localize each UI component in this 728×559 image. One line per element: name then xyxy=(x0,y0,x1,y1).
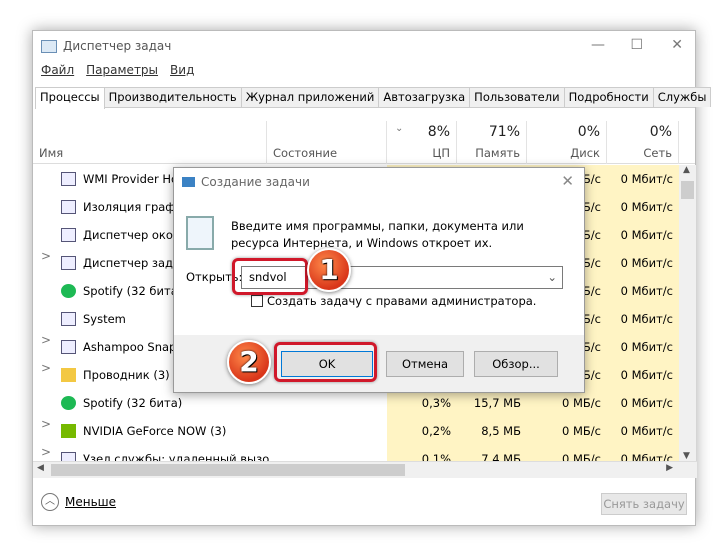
mem-total: 71% xyxy=(488,124,520,140)
run-icon xyxy=(182,177,195,187)
process-disk: 0 МБ/с xyxy=(527,417,607,445)
cancel-button[interactable]: Отмена xyxy=(386,351,464,377)
col-cpu-label: ЦП xyxy=(432,146,450,160)
process-name: NVIDIA GeForce NOW (3) xyxy=(83,424,227,438)
menu-view[interactable]: Вид xyxy=(170,63,194,77)
process-disk: 0 МБ/с xyxy=(527,445,607,461)
process-network: 0 Мбит/с xyxy=(607,193,679,221)
col-name[interactable]: Имя xyxy=(33,121,267,164)
process-memory: 8,5 МБ xyxy=(457,417,527,445)
process-cpu: 0,2% xyxy=(387,417,457,445)
admin-checkbox-label: Создать задачу с правами администратора. xyxy=(267,294,537,308)
hscroll-thumb[interactable] xyxy=(51,464,405,476)
col-mem-label: Память xyxy=(475,146,520,160)
dialog-close-icon[interactable]: ✕ xyxy=(561,172,574,190)
monitor-icon xyxy=(186,216,214,250)
process-network: 0 Мбит/с xyxy=(607,221,679,249)
window-title: Диспетчер задач xyxy=(63,39,172,53)
process-cpu: 0,3% xyxy=(387,389,457,417)
col-cpu[interactable]: ⌄ 8% ЦП xyxy=(387,121,457,164)
process-memory: 7,4 МБ xyxy=(457,445,527,461)
process-cpu: 0,1% xyxy=(387,445,457,461)
tab-startup[interactable]: Автозагрузка xyxy=(378,87,471,107)
col-state-label: Состояние xyxy=(273,146,338,160)
process-network: 0 Мбит/с xyxy=(607,165,679,193)
scroll-left-icon[interactable]: ◀ xyxy=(37,463,44,473)
dialog-title-bar: Создание задачи xyxy=(174,168,584,196)
process-network: 0 Мбит/с xyxy=(607,333,679,361)
process-network: 0 Мбит/с xyxy=(607,361,679,389)
column-header: Имя Состояние ⌄ 8% ЦП 71% Память 0% Диск 0% С… xyxy=(33,121,695,164)
fewer-details-label: Меньше xyxy=(65,495,117,509)
col-name-label: Имя xyxy=(39,146,64,160)
tab-details[interactable]: Подробности xyxy=(563,87,654,107)
input-highlight xyxy=(232,258,308,295)
tab-bar: Процессы Производительность Журнал прило… xyxy=(35,87,712,109)
process-network: 0 Мбит/с xyxy=(607,277,679,305)
process-network: 0 Мбит/с xyxy=(607,445,679,461)
end-task-button[interactable]: Снять задачу xyxy=(601,493,687,515)
scroll-right-icon[interactable]: ▶ xyxy=(666,463,673,473)
process-network: 0 Мбит/с xyxy=(607,249,679,277)
sort-chevron-icon: ⌄ xyxy=(395,123,404,134)
menu-options[interactable]: Параметры xyxy=(86,63,158,77)
col-disk-label: Диск xyxy=(570,146,600,160)
process-name: Узел службы: удаленный вызо... xyxy=(83,452,281,461)
menu-bar: Файл Параметры Вид xyxy=(41,63,194,77)
col-network[interactable]: 0% Сеть xyxy=(607,121,679,164)
scroll-down-icon[interactable]: ▼ xyxy=(683,451,690,461)
menu-file[interactable]: Файл xyxy=(41,63,74,77)
step-2-badge: 2 xyxy=(227,340,271,384)
col-net-label: Сеть xyxy=(643,146,672,160)
col-state[interactable]: Состояние xyxy=(267,121,387,164)
scroll-up-icon[interactable]: ▲ xyxy=(683,165,690,175)
ok-highlight xyxy=(274,342,377,382)
process-name: Spotify (32 бита) xyxy=(83,396,183,410)
chevron-down-icon[interactable]: ⌄ xyxy=(547,267,557,288)
process-row[interactable]: > Узел службы: удаленный вызо... 0,1% 7,… xyxy=(33,445,679,461)
process-network: 0 Мбит/с xyxy=(607,389,679,417)
chevron-up-icon: ︿ xyxy=(41,493,59,511)
fewer-details-button[interactable]: ︿ Меньше xyxy=(41,493,116,511)
checkbox-box[interactable] xyxy=(251,295,263,307)
dialog-title: Создание задачи xyxy=(201,175,310,189)
maximize-button[interactable]: ☐ xyxy=(630,37,643,53)
tab-services[interactable]: Службы xyxy=(652,87,712,107)
process-disk: 0 МБ/с xyxy=(527,389,607,417)
col-memory[interactable]: 71% Память xyxy=(457,121,527,164)
tab-performance[interactable]: Производительность xyxy=(103,87,242,107)
title-bar: Диспетчер задач — ☐ ✕ xyxy=(33,31,695,61)
step-1-badge: 1 xyxy=(307,248,351,292)
net-total: 0% xyxy=(649,124,672,140)
task-manager-icon xyxy=(41,39,57,53)
process-network: 0 Мбит/с xyxy=(607,305,679,333)
dialog-description: Введите имя программы, папки, документа … xyxy=(231,219,524,250)
tab-processes[interactable]: Процессы xyxy=(35,87,105,109)
admin-checkbox[interactable]: Создать задачу с правами администратора. xyxy=(251,294,536,308)
browse-button[interactable]: Обзор... xyxy=(474,351,558,377)
close-button[interactable]: ✕ xyxy=(671,37,683,53)
cpu-total: 8% xyxy=(427,124,450,140)
scroll-thumb[interactable] xyxy=(681,181,694,199)
disk-total: 0% xyxy=(577,124,600,140)
process-network: 0 Мбит/с xyxy=(607,417,679,445)
process-row[interactable]: > NVIDIA GeForce NOW (3) 0,2% 8,5 МБ 0 М… xyxy=(33,417,679,445)
horizontal-scrollbar[interactable]: ◀ ▶ xyxy=(33,461,697,478)
vertical-scrollbar[interactable]: ▲ ▼ xyxy=(679,165,696,461)
col-disk[interactable]: 0% Диск xyxy=(527,121,607,164)
minimize-button[interactable]: — xyxy=(591,37,605,53)
tab-app-history[interactable]: Журнал приложений xyxy=(240,87,380,107)
process-row[interactable]: Spotify (32 бита) 0,3% 15,7 МБ 0 МБ/с 0 … xyxy=(33,389,679,417)
process-memory: 15,7 МБ xyxy=(457,389,527,417)
tab-users[interactable]: Пользователи xyxy=(469,87,565,107)
